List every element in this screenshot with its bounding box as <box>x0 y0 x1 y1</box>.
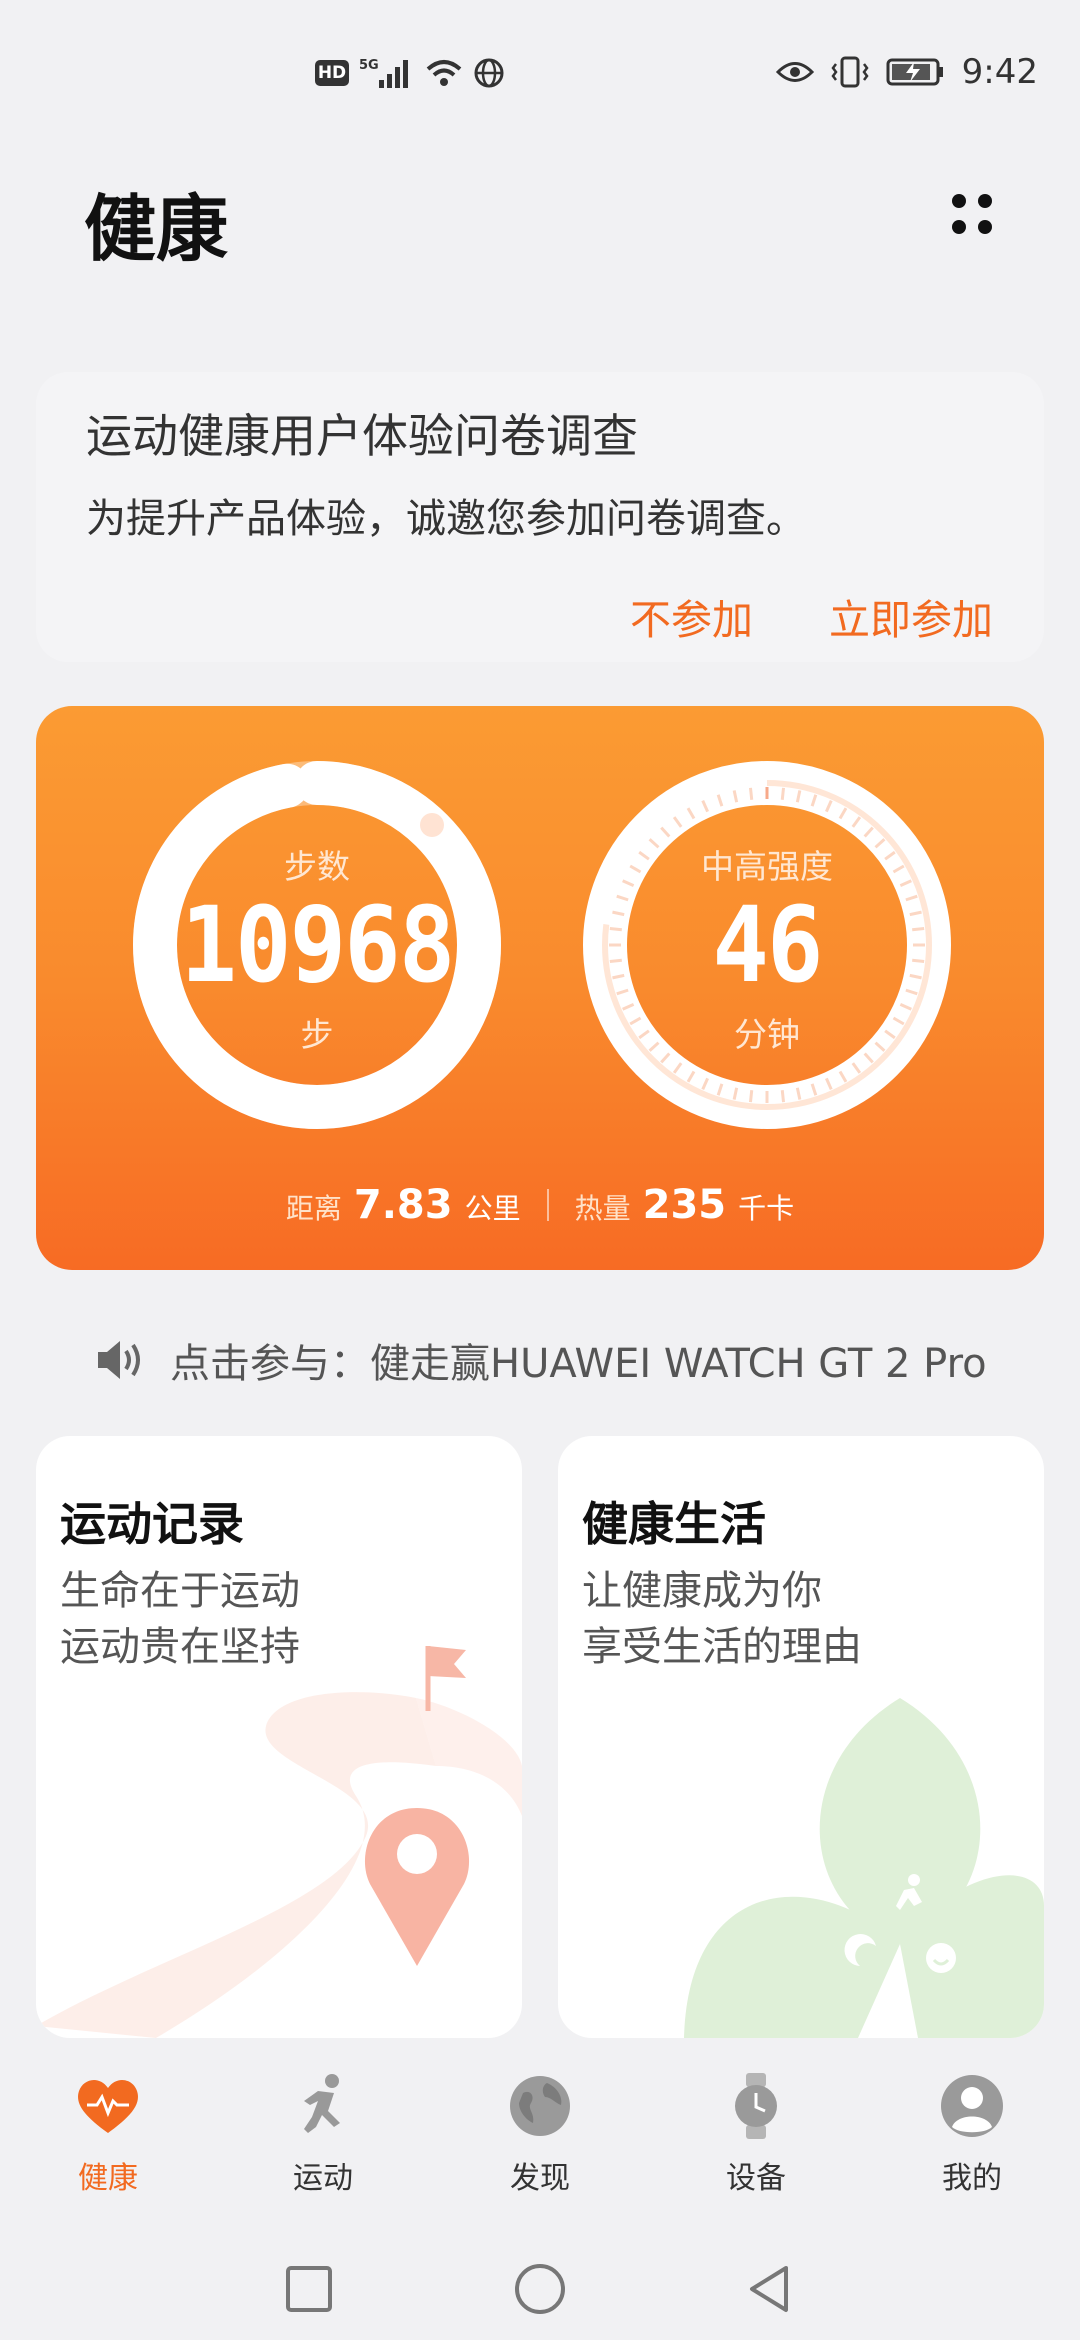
activity-card[interactable]: 步数 10968 步 中高强度 46 分钟 距离 7.83 公里 热量 235 … <box>36 706 1044 1270</box>
steps-unit: 步 <box>300 1015 334 1054</box>
calories-unit: 千卡 <box>738 1192 795 1225</box>
nav-item-health[interactable]: 健康 <box>38 2071 178 2197</box>
summary-divider <box>546 1189 549 1221</box>
status-right: 9:42 <box>775 52 1038 92</box>
status-left: HD 5G <box>315 56 505 90</box>
steps-ring[interactable]: 步数 10968 步 <box>132 760 502 1130</box>
nav-label-devices: 设备 <box>726 2161 786 2196</box>
calories-value: 235 <box>642 1182 727 1228</box>
smile-icon <box>926 1943 956 1973</box>
battery-charging-icon <box>886 58 943 86</box>
route-map-illustration <box>36 1646 522 2038</box>
intensity-ring[interactable]: 中高强度 46 分钟 <box>582 760 952 1130</box>
profile-icon <box>937 2071 1007 2141</box>
steps-arc-end-dot <box>420 813 444 837</box>
ring-tick <box>748 787 754 800</box>
nav-item-devices[interactable]: 设备 <box>686 2071 826 2197</box>
exercise-record-card[interactable]: 运动记录 生命在于运动 运动贵在坚持 <box>36 1436 522 2038</box>
watch-icon <box>721 2071 791 2141</box>
more-dot-icon <box>978 220 992 234</box>
intensity-value: 46 <box>712 884 823 1006</box>
system-navigation-bar <box>0 2236 1080 2340</box>
globe-status-icon <box>474 58 504 88</box>
ring-tick <box>780 787 786 800</box>
nav-item-exercise[interactable]: 运动 <box>253 2071 393 2197</box>
promo-banner[interactable]: 点击参与：健走赢HUAWEI WATCH GT 2 Pro <box>94 1330 987 1390</box>
nav-item-discover[interactable]: 发现 <box>470 2071 610 2197</box>
calories-label: 热量 <box>574 1192 631 1225</box>
distance-unit: 公里 <box>464 1192 521 1225</box>
page-title: 健康 <box>84 187 229 271</box>
activity-summary: 距离 7.83 公里 热量 235 千卡 <box>36 1182 1044 1228</box>
intensity-unit: 分钟 <box>734 1015 800 1054</box>
clock: 9:42 <box>961 52 1038 92</box>
running-icon <box>288 2071 358 2141</box>
home-button[interactable] <box>513 2262 567 2316</box>
eye-icon <box>775 62 814 82</box>
nav-label-me: 我的 <box>942 2161 1002 2196</box>
steps-value: 10968 <box>180 884 456 1006</box>
intensity-label: 中高强度 <box>701 847 833 886</box>
distance-value: 7.83 <box>353 1182 453 1228</box>
back-button[interactable] <box>744 2262 794 2316</box>
more-dot-icon <box>978 194 992 208</box>
ring-tick <box>780 1090 786 1103</box>
wifi-icon <box>426 60 462 86</box>
hd-badge: HD <box>315 60 349 86</box>
survey-description: 为提升产品体验，诚邀您参加问卷调查。 <box>86 496 806 542</box>
cellular-signal-icon: 5G <box>359 58 408 88</box>
promo-text: 点击参与：健走赢HUAWEI WATCH GT 2 Pro <box>170 1341 987 1387</box>
nav-label-health: 健康 <box>78 2161 138 2196</box>
more-options-button[interactable] <box>940 180 1000 244</box>
speaker-icon <box>98 1341 140 1379</box>
survey-decline-button[interactable]: 不参加 <box>630 586 753 646</box>
status-bar: HD 5G 9:42 <box>0 0 1080 110</box>
survey-title: 运动健康用户体验问卷调查 <box>86 409 638 463</box>
globe-icon <box>505 2071 575 2141</box>
nav-item-me[interactable]: 我的 <box>902 2071 1042 2197</box>
heart-icon <box>73 2071 143 2141</box>
healthy-living-card[interactable]: 健康生活 让健康成为你 享受生活的理由 <box>558 1436 1044 2038</box>
more-dot-icon <box>952 220 966 234</box>
steps-label: 步数 <box>284 847 350 886</box>
survey-card: 运动健康用户体验问卷调查 为提升产品体验，诚邀您参加问卷调查。 不参加 立即参加 <box>36 372 1044 662</box>
nav-label-exercise: 运动 <box>293 2161 353 2196</box>
clover-illustration <box>684 1698 1044 2038</box>
nav-label-discover: 发现 <box>510 2161 570 2196</box>
ring-tick <box>748 1090 754 1103</box>
distance-label: 距离 <box>285 1192 342 1225</box>
survey-accept-button[interactable]: 立即参加 <box>829 586 993 646</box>
vibrate-icon <box>831 56 869 88</box>
bottom-nav: 健康 运动 发现 设备 我的 <box>0 2045 1080 2235</box>
signal-label: 5G <box>359 58 379 73</box>
more-dot-icon <box>952 194 966 208</box>
recents-button[interactable] <box>284 2264 334 2314</box>
